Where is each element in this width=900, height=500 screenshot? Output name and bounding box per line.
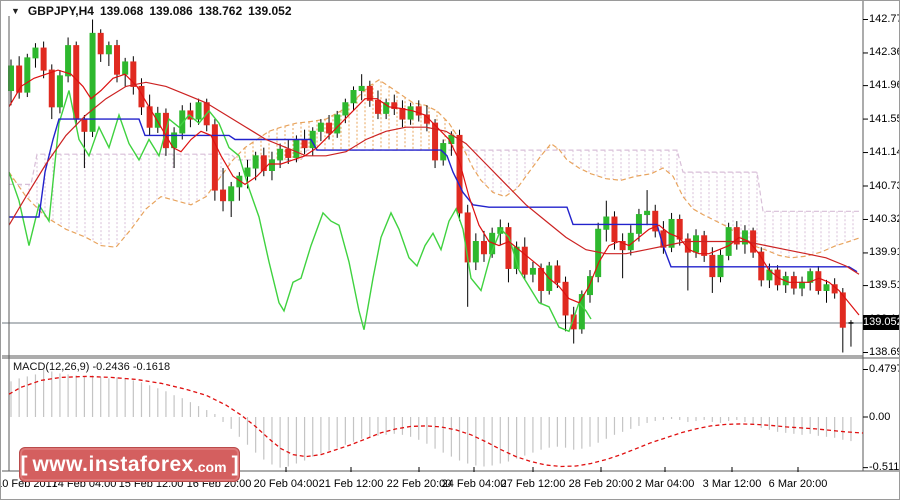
candle-body (277, 148, 284, 161)
chart-header: ▼ GBPJPY,H4 139.068 139.086 138.762 139.… (11, 4, 292, 18)
candle-body (603, 216, 610, 230)
macd-axis-label: 0.4797 (869, 363, 900, 375)
current-price-tag: 139.052 (863, 315, 900, 331)
candle-body (81, 118, 88, 132)
logo-text-suffix: .com (193, 458, 227, 475)
candle-body (105, 45, 112, 55)
macd-axis-label: 0.00 (869, 410, 891, 423)
candle-body (358, 85, 365, 92)
candle-body (693, 235, 700, 253)
candle-body (407, 106, 414, 120)
candle-body (823, 284, 830, 291)
price-axis-label: 138.690 (869, 346, 899, 358)
tenkan-sen-line (8, 69, 860, 316)
macd-indicator-label: MACD(12,26,9) -0.2436 -0.1618 (13, 361, 171, 373)
candle-body (301, 138, 308, 149)
symbol-timeframe-label: GBPJPY,H4 (27, 4, 94, 18)
price-axis-label: 141.960 (869, 79, 899, 92)
candle-body (627, 232, 634, 251)
candle-body (480, 241, 487, 255)
time-axis-label[interactable]: 6 Mar 20:00 (769, 478, 828, 490)
candle-body (334, 114, 341, 134)
candle-body (16, 65, 23, 93)
candle-body (220, 189, 227, 202)
time-axis-label[interactable]: 20 Feb 04:00 (254, 478, 319, 490)
candle-body (326, 122, 333, 134)
price-axis-label: 142.770 (869, 13, 899, 25)
candle-body (709, 254, 716, 278)
candle-body (562, 281, 569, 316)
logo-bracket-left: [ (20, 452, 28, 476)
candle-body (374, 99, 381, 114)
candle-body (268, 159, 275, 171)
candle-body (317, 122, 324, 132)
ohlc-open: 139.068 (99, 4, 144, 18)
candle-body (122, 61, 129, 75)
candle-body (285, 148, 292, 158)
candle-body (195, 102, 202, 120)
candle-body (529, 267, 536, 275)
chart-canvas[interactable] (1, 1, 900, 500)
candle-body (554, 265, 561, 283)
candle-body (350, 90, 357, 104)
candle-body (56, 75, 63, 108)
candle-body (644, 210, 651, 216)
candle-body (211, 124, 218, 191)
candle-body (578, 294, 585, 330)
candle-body (97, 32, 104, 55)
candle-body (538, 267, 545, 291)
time-axis-label[interactable]: 21 Feb 12:00 (319, 478, 384, 490)
price-axis-label: 139.510 (869, 279, 899, 292)
candle-body (252, 155, 259, 169)
chikou-span-line (8, 90, 592, 333)
instaforex-logo: [ www.instaforex .com ] (19, 447, 240, 482)
time-axis-label[interactable]: 2 Mar 04:00 (636, 478, 695, 490)
candle-body (32, 47, 39, 59)
ohlc-close: 139.052 (248, 4, 292, 18)
candle-body (676, 218, 683, 240)
candle-body (48, 69, 55, 108)
candle-body (114, 45, 121, 75)
logo-text: www.instaforex (32, 452, 194, 476)
candle-body (611, 216, 618, 243)
candle-body (73, 45, 80, 120)
candle-body (65, 45, 72, 77)
senkou-span-a-line (8, 79, 862, 259)
logo-bracket-right: ] (231, 452, 239, 476)
trading-chart-window: ▼ GBPJPY,H4 139.068 139.086 138.762 139.… (0, 0, 900, 500)
collapse-triangle-icon[interactable]: ▼ (11, 6, 20, 16)
candle-body (799, 281, 806, 289)
candle-body (40, 47, 47, 71)
candle-body (399, 107, 406, 120)
candle-body (228, 186, 235, 202)
ohlc-low: 138.762 (198, 4, 243, 18)
ohlc-high: 139.086 (149, 4, 193, 18)
candle-body (505, 227, 512, 269)
time-axis-label[interactable]: 27 Feb 12:00 (501, 478, 566, 490)
candle-body (24, 57, 31, 93)
price-axis-label: 141.140 (869, 146, 899, 159)
price-axis-label: 142.360 (869, 46, 899, 59)
candle-body (293, 138, 300, 158)
price-axis-label: 140.320 (869, 212, 899, 225)
candle-body (472, 241, 479, 263)
candle-body (342, 102, 349, 116)
macd-axis-label: -0.5115 (869, 461, 900, 474)
candle-body (815, 271, 822, 291)
candle-body (89, 32, 96, 132)
candle-body (717, 254, 724, 278)
price-axis-label: 141.550 (869, 112, 899, 125)
candle-body (701, 235, 708, 256)
time-axis-label[interactable]: 24 Feb 04:00 (442, 478, 507, 490)
candle-body (521, 246, 528, 275)
price-axis-label: 139.910 (869, 246, 899, 259)
price-axis-label: 140.730 (869, 179, 899, 192)
candle-body (244, 167, 251, 177)
candle-body (456, 134, 463, 214)
time-axis-label[interactable]: 28 Feb 20:00 (569, 478, 634, 490)
time-axis-label[interactable]: 3 Mar 12:00 (703, 478, 762, 490)
